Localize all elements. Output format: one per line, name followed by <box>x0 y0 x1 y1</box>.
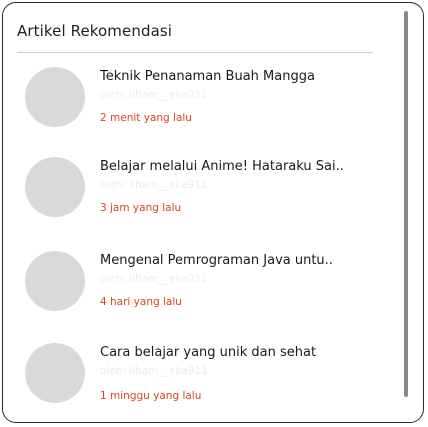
article-time: 4 hari yang lalu <box>100 296 182 308</box>
article-time: 3 jam yang lalu <box>100 202 182 214</box>
article-title[interactable]: Cara belajar yang unik dan sehat <box>100 345 370 360</box>
article-thumbnail[interactable] <box>25 157 85 217</box>
article-item[interactable]: Teknik Penanaman Buah Mangga oleh: ilham… <box>3 67 398 147</box>
article-item[interactable]: Cara belajar yang unik dan sehat oleh: i… <box>3 343 398 422</box>
article-item[interactable]: Mengenal Pemrograman Java untu.. oleh: i… <box>3 251 398 331</box>
article-author: oleh: ilham__eka911 <box>100 273 208 285</box>
article-thumbnail[interactable] <box>25 67 85 127</box>
panel-title: Artikel Rekomendasi <box>17 22 173 40</box>
title-divider <box>17 52 373 53</box>
article-title[interactable]: Teknik Penanaman Buah Mangga <box>100 69 370 84</box>
article-time: 1 minggu yang lalu <box>100 390 202 402</box>
recommended-articles-card: Artikel Rekomendasi Teknik Penanaman Bua… <box>2 2 424 423</box>
article-thumbnail[interactable] <box>25 251 85 311</box>
article-author: oleh: ilham__eka911 <box>100 179 208 191</box>
article-title[interactable]: Belajar melalui Anime! Hataraku Sai.. <box>100 159 370 174</box>
article-title[interactable]: Mengenal Pemrograman Java untu.. <box>100 253 370 268</box>
article-thumbnail[interactable] <box>25 343 85 403</box>
article-author: oleh: ilham__eka911 <box>100 365 208 377</box>
article-time: 2 menit yang lalu <box>100 112 192 124</box>
article-item[interactable]: Belajar melalui Anime! Hataraku Sai.. ol… <box>3 157 398 237</box>
article-author: oleh: ilham__eka911 <box>100 89 208 101</box>
vertical-scrollbar[interactable] <box>404 11 408 397</box>
